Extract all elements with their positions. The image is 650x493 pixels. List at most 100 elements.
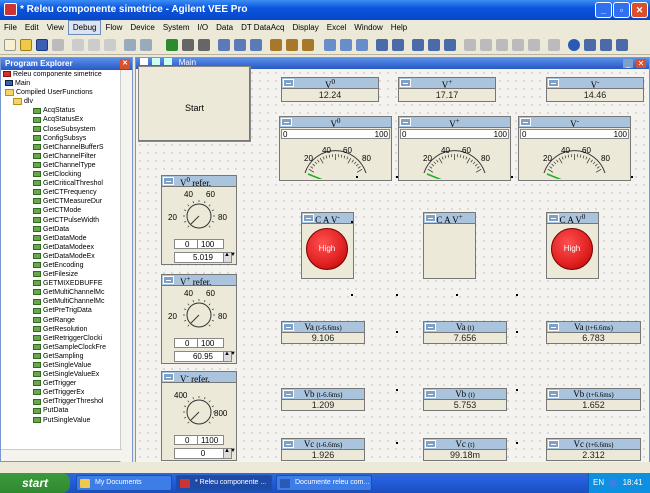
panel-view-icon[interactable]	[600, 39, 612, 51]
spin-arrows-icon[interactable]: ▲▼	[223, 448, 236, 458]
align-right-icon[interactable]	[496, 39, 508, 51]
menu-data[interactable]: Data	[212, 21, 237, 34]
tree-root[interactable]: Releu componente simetrice	[1, 70, 122, 79]
menu-excel[interactable]: Excel	[323, 21, 351, 34]
tree-compiled-userfunctions[interactable]: Compiled UserFunctions	[1, 88, 122, 97]
detail-view-toggle-icon[interactable]	[164, 58, 173, 65]
panel-icon[interactable]	[428, 39, 440, 51]
start-button[interactable]: Start	[138, 66, 251, 142]
tree-folder-dlv[interactable]: dlv	[1, 97, 122, 106]
knob-dial[interactable]: 40 60 20 80	[162, 188, 236, 238]
tree-function[interactable]: CloseSubsystem	[1, 125, 122, 134]
tree-function[interactable]: GetDataModeex	[1, 243, 122, 252]
tree-function[interactable]: ConfigSubsys	[1, 134, 122, 143]
settings-icon[interactable]	[444, 39, 456, 51]
stop-icon[interactable]	[198, 39, 210, 51]
menu-file[interactable]: File	[0, 21, 21, 34]
undo-icon[interactable]	[124, 39, 136, 51]
step-over-icon[interactable]	[234, 39, 246, 51]
knob-range-field[interactable]: 0 100	[174, 239, 224, 249]
close-explorer-icon[interactable]: ✕	[120, 59, 130, 69]
meter-range-field[interactable]: 0 100	[400, 129, 509, 139]
tree-function[interactable]: GetSampling	[1, 352, 122, 361]
tree-function[interactable]: GetCTMode	[1, 206, 122, 215]
meter-range-field[interactable]: 0 100	[520, 129, 629, 139]
tree-function[interactable]: GetRange	[1, 316, 122, 325]
tree-function[interactable]: GetPreTrigData	[1, 306, 122, 315]
display-icon[interactable]	[376, 39, 388, 51]
tree-function[interactable]: GetTrigger	[1, 379, 122, 388]
knob-value-field[interactable]: 60.95 ▲▼	[174, 351, 236, 362]
cut-icon[interactable]	[72, 39, 84, 51]
instrument-manager-icon[interactable]	[412, 39, 424, 51]
tree-function[interactable]: GetData	[1, 225, 122, 234]
open-icon[interactable]	[20, 39, 32, 51]
menu-dt-dataacq[interactable]: DT DataAcq	[237, 21, 288, 34]
tree-function[interactable]: GetSampleClockFre	[1, 343, 122, 352]
menu-display[interactable]: Display	[289, 21, 323, 34]
pause-icon[interactable]	[182, 39, 194, 51]
redo-icon[interactable]	[140, 39, 152, 51]
close-button[interactable]: ✕	[631, 2, 648, 18]
tree-function[interactable]: GetCTMeasureDur	[1, 197, 122, 206]
menu-debug[interactable]: Debug	[67, 20, 102, 35]
windows-start-button[interactable]: start	[0, 473, 70, 493]
minimize-icon[interactable]	[163, 276, 174, 284]
main-minimize-button[interactable]: _	[623, 59, 633, 68]
tree-function[interactable]: AcqStatusEx	[1, 115, 122, 124]
tree-main[interactable]: Main	[1, 79, 122, 88]
tree-function[interactable]: AcqStatus	[1, 106, 122, 115]
tree-function[interactable]: GetChannelBufferS	[1, 143, 122, 152]
tree-function[interactable]: GetClocking	[1, 170, 122, 179]
tree-function[interactable]: GetChannelFilter	[1, 152, 122, 161]
menu-edit[interactable]: Edit	[21, 21, 43, 34]
spin-arrows-icon[interactable]: ▲▼	[223, 351, 236, 361]
align-left-icon[interactable]	[464, 39, 476, 51]
panel-view-toggle-icon[interactable]	[152, 58, 161, 65]
tree-function[interactable]: GetCTPulseWidth	[1, 216, 122, 225]
meter-range-field[interactable]: 0 100	[281, 129, 390, 139]
find-icon[interactable]	[340, 39, 352, 51]
detail-view-icon[interactable]	[616, 39, 628, 51]
tree-function[interactable]: GetResolution	[1, 325, 122, 334]
print-icon[interactable]	[52, 39, 64, 51]
knob-dial[interactable]: 40 60 20 80	[162, 287, 236, 337]
minimize-icon[interactable]	[163, 373, 174, 381]
function-icon[interactable]	[356, 39, 368, 51]
menu-help[interactable]: Help	[387, 21, 411, 34]
menu-device[interactable]: Device	[126, 21, 158, 34]
knob-value-field[interactable]: 5.019 ▲▼	[174, 252, 236, 263]
tree-function[interactable]: GetMultiChannelMc	[1, 288, 122, 297]
menu-flow[interactable]: Flow	[101, 21, 126, 34]
tree-function[interactable]: GetDataModeEx	[1, 252, 122, 261]
minimize-button[interactable]: _	[595, 2, 612, 18]
language-indicator[interactable]: EN	[593, 478, 604, 487]
show-exec-flow-icon[interactable]	[286, 39, 298, 51]
run-icon[interactable]	[166, 39, 178, 51]
task-my-documents[interactable]: My Documents	[76, 475, 172, 491]
network-icon[interactable]	[609, 478, 618, 487]
tree-function[interactable]: GetMultiChannelMc	[1, 297, 122, 306]
tree-function[interactable]: GetSingleValue	[1, 361, 122, 370]
save-icon[interactable]	[36, 39, 48, 51]
tree-function[interactable]: PutSingleValue	[1, 416, 122, 425]
new-icon[interactable]	[4, 39, 16, 51]
line-probe-icon[interactable]	[302, 39, 314, 51]
knob-range-field[interactable]: 0 1100	[174, 435, 224, 445]
tree-function[interactable]: GetDataMode	[1, 234, 122, 243]
tree-function[interactable]: GetTriggerEx	[1, 388, 122, 397]
knob-range-field[interactable]: 0 100	[174, 338, 224, 348]
menu-view[interactable]: View	[43, 21, 68, 34]
help-icon[interactable]	[568, 39, 580, 51]
tree-function[interactable]: PutData	[1, 406, 122, 415]
maximize-button[interactable]: ▫	[613, 2, 630, 18]
tree-function[interactable]: GetSingleValueEx	[1, 370, 122, 379]
align-bottom-icon[interactable]	[528, 39, 540, 51]
menu-io[interactable]: I/O	[193, 21, 212, 34]
tree-function[interactable]: GetEncoding	[1, 261, 122, 270]
tree-function[interactable]: GetCriticalThreshol	[1, 179, 122, 188]
tree-function[interactable]: GetTriggerThreshol	[1, 397, 122, 406]
tree-function[interactable]: GetFilesize	[1, 270, 122, 279]
step-out-icon[interactable]	[250, 39, 262, 51]
task-word-document[interactable]: Documente releu com...	[276, 475, 372, 491]
